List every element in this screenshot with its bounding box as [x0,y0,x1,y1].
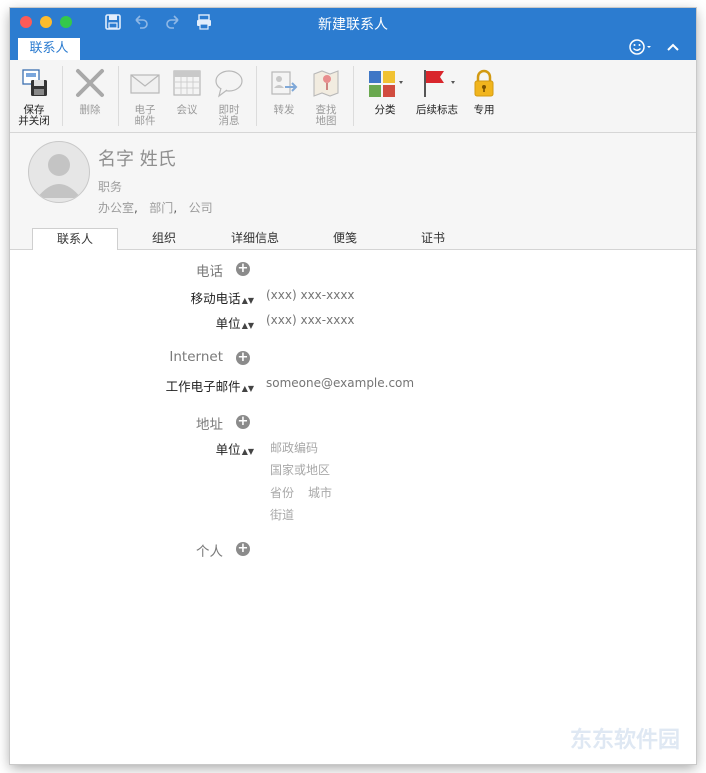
forward-icon [271,71,298,95]
ribbon-toolbar: 保存 并关闭 删除 电子 邮件 会议 即时 消息 转发 查找 地图 分类 后续标… [10,60,696,133]
categorize-icon [369,71,403,97]
mobile-phone-type-select[interactable]: 移动电话▲▼ [130,288,254,307]
work-phone-input[interactable] [266,313,566,327]
work-email-type-select[interactable]: 工作电子邮件▲▼ [120,376,254,395]
up-down-chevron-icon: ▲▼ [241,321,254,330]
personal-section-title: 个人 [196,544,223,560]
department-field[interactable]: 部门 [149,201,173,215]
toolbar-divider [353,66,354,126]
internet-section-title: Internet [169,349,223,365]
person-silhouette-icon [37,154,81,198]
categorize-button[interactable]: 分类 [362,68,408,116]
follow-up-flag-button[interactable]: 后续标志 [413,68,461,116]
follow-up-flag-label: 后续标志 [416,104,458,116]
instant-message-label-2: 消息 [218,115,240,127]
email-label-2: 邮件 [134,115,156,127]
company-field[interactable]: 公司 [189,201,213,215]
tab-notes[interactable]: 便笺 [320,228,370,249]
office-department-company-line: 办公室, 部门, 公司 [98,199,213,216]
separator: , [173,201,178,215]
address-type-label: 单位 [215,442,241,457]
mobile-phone-label: 移动电话 [190,291,241,306]
add-internet-plus-icon[interactable]: + [236,351,250,365]
tab-organization[interactable]: 组织 [136,228,192,249]
work-phone-type-select[interactable]: 单位▲▼ [130,313,254,332]
up-down-chevron-icon: ▲▼ [241,296,254,305]
contact-name-field[interactable]: 名字 姓氏 [98,145,176,171]
contact-header: 名字 姓氏 职务 办公室, 部门, 公司 联系人 组织 详细信息 便笺 证书 [10,133,696,251]
instant-message-icon [215,70,243,98]
forward-label: 转发 [273,104,295,116]
work-phone-label: 单位 [215,316,241,331]
work-email-input[interactable] [266,376,566,390]
office-field[interactable]: 办公室 [98,201,134,215]
email-button[interactable]: 电子 邮件 [125,68,165,127]
up-down-chevron-icon: ▲▼ [241,447,254,456]
map-icon [313,70,339,97]
postal-code-input[interactable]: 邮政编码 [270,439,318,456]
window-title: 新建联系人 [318,17,388,33]
mobile-phone-input[interactable] [266,288,566,302]
add-personal-plus-icon[interactable]: + [236,542,250,556]
toolbar-divider [118,66,119,126]
delete-button[interactable]: 删除 [70,68,110,116]
meeting-label: 会议 [176,104,198,116]
save-close-button[interactable]: 保存 并关闭 [14,68,54,127]
meeting-button[interactable]: 会议 [167,68,207,116]
street-input[interactable]: 街道 [270,506,294,523]
phone-section-title: 电话 [196,264,223,280]
job-title-field[interactable]: 职务 [98,178,122,195]
toolbar-divider [256,66,257,126]
private-button[interactable]: 专用 [466,68,502,116]
forward-button[interactable]: 转发 [264,68,304,116]
instant-message-button[interactable]: 即时 消息 [209,68,249,127]
delete-icon [76,69,104,97]
delete-label: 删除 [79,104,101,116]
email-icon [130,74,160,94]
add-address-plus-icon[interactable]: + [236,415,250,429]
province-input[interactable]: 省份 [270,484,294,501]
separator: , [134,201,138,215]
up-down-chevron-icon: ▲▼ [241,384,254,393]
private-label: 专用 [473,104,495,116]
title-bar: 新建联系人 联系人 [10,8,696,60]
add-phone-plus-icon[interactable]: + [236,262,250,276]
feedback-smiley-icon[interactable] [629,38,653,60]
city-input[interactable]: 城市 [308,484,332,501]
map-label-2: 地图 [315,115,337,127]
tab-certificates[interactable]: 证书 [408,228,458,249]
map-button[interactable]: 查找 地图 [306,68,346,127]
categorize-label: 分类 [374,104,396,116]
contact-form: 电话 + 移动电话▲▼ 单位▲▼ Internet + 工作电子邮件▲▼ 地址 … [10,250,696,764]
toolbar-divider [62,66,63,126]
watermark-logo: 东东软件园 [569,728,680,753]
collapse-ribbon-chevron-up-icon[interactable] [666,38,680,60]
address-section-title: 地址 [196,417,223,433]
save-close-label-2: 并关闭 [18,115,50,127]
tab-details[interactable]: 详细信息 [222,228,288,249]
contact-tabs: 联系人 组织 详细信息 便笺 证书 [10,228,696,251]
work-email-label: 工作电子邮件 [165,379,241,394]
ribbon-tab-contact[interactable]: 联系人 [18,38,80,60]
contact-window: 新建联系人 联系人 保存 并关闭 删除 电子 邮件 会议 即时 消息 转发 查找… [10,8,696,764]
address-type-select[interactable]: 单位▲▼ [130,439,254,458]
follow-up-flag-icon [424,70,455,97]
meeting-icon [173,70,201,96]
contact-photo-avatar[interactable] [28,141,90,203]
tab-contact[interactable]: 联系人 [32,228,118,251]
country-region-input[interactable]: 国家或地区 [270,461,330,478]
save-close-icon [22,69,47,96]
private-lock-icon [474,69,494,97]
